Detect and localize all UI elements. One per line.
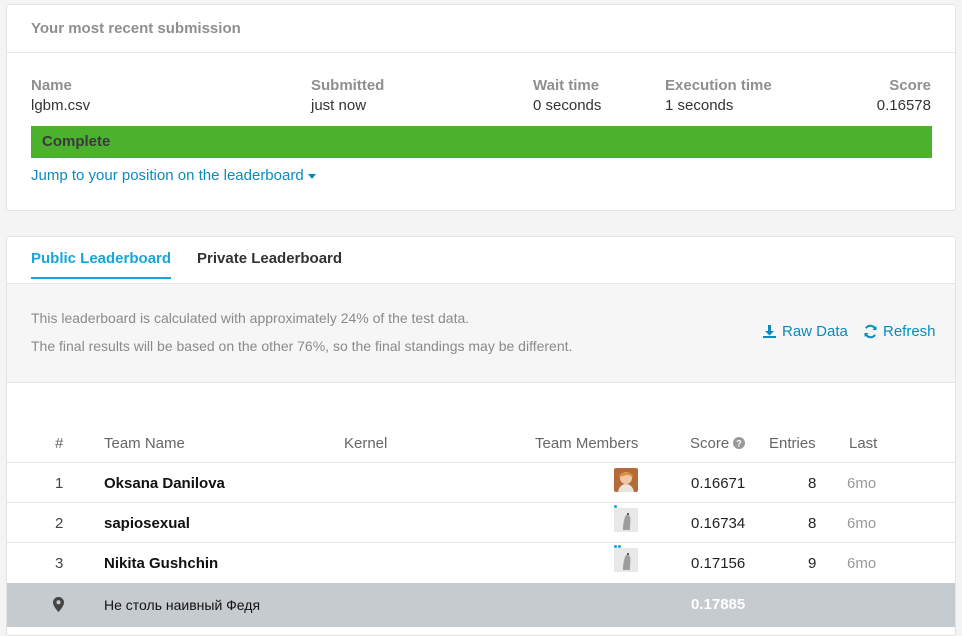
table-row[interactable]: 1 Oksana Danilova 0.16671 8 6mo — [7, 462, 955, 508]
download-icon — [763, 325, 776, 338]
svg-text:?: ? — [737, 439, 743, 449]
header-rank: # — [55, 435, 64, 452]
last-cell: 6mo — [847, 555, 877, 572]
submission-name: Name lgbm.csv — [31, 77, 91, 114]
header-team-name[interactable]: Team Name — [104, 435, 185, 452]
submission-submitted: Submitted just now — [311, 77, 385, 114]
score-cell: 0.16734 — [691, 515, 746, 532]
header-score-label: Score — [690, 435, 730, 452]
jump-to-position-link[interactable]: Jump to your position on the leaderboard — [31, 167, 316, 184]
caret-down-icon — [307, 173, 316, 179]
table-row[interactable]: 2 sapiosexual 0.16734 8 6mo — [7, 502, 955, 548]
team-name-link[interactable]: Nikita Gushchin — [104, 555, 218, 572]
member-indicator — [614, 495, 618, 508]
help-circle-icon[interactable]: ? — [733, 437, 746, 449]
leaderboard-info-panel: This leaderboard is calculated with appr… — [7, 284, 955, 383]
submission-execution-time: Execution time 1 seconds — [665, 77, 772, 114]
table-row[interactable]: 3 Nikita Gushchin 0.17156 9 6mo — [7, 542, 955, 588]
jump-link-label: Jump to your position on the leaderboard — [31, 167, 304, 184]
submission-wait-time: Wait time 0 seconds — [533, 77, 602, 114]
refresh-icon — [864, 324, 877, 339]
your-position-row[interactable]: Не столь наивный Федя 0.17885 — [7, 583, 955, 627]
refresh-button[interactable]: Refresh — [863, 323, 936, 340]
member-indicator — [614, 535, 622, 548]
header-entries: Entries — [769, 435, 816, 452]
tab-public-leaderboard[interactable]: Public Leaderboard — [31, 250, 172, 279]
map-pin-icon — [53, 597, 64, 612]
raw-data-label: Raw Data — [782, 323, 848, 340]
leaderboard-card: Public Leaderboard Private Leaderboard T… — [6, 236, 956, 636]
leaderboard-tabs: Public Leaderboard Private Leaderboard — [7, 237, 955, 284]
header-kernel: Kernel — [344, 435, 388, 452]
header-last: Last — [849, 435, 878, 452]
submission-status-bar: Complete — [31, 126, 932, 158]
header-score[interactable]: Score ? — [690, 435, 746, 452]
goose-avatar[interactable] — [614, 548, 638, 572]
refresh-label: Refresh — [883, 323, 936, 340]
header-team-members: Team Members — [535, 435, 639, 452]
submission-details: Name lgbm.csv Submitted just now Wait ti… — [7, 53, 955, 114]
score-cell: 0.17156 — [691, 555, 746, 572]
rank-cell: 2 — [55, 515, 64, 532]
entries-cell: 9 — [808, 555, 817, 572]
submission-heading: Your most recent submission — [7, 5, 955, 53]
rank-cell: 1 — [55, 475, 64, 492]
team-name-link[interactable]: Oksana Danilova — [104, 475, 225, 492]
team-name-link[interactable]: sapiosexual — [104, 515, 190, 532]
rank-cell: 3 — [55, 555, 64, 572]
recent-submission-card: Your most recent submission Name lgbm.cs… — [6, 4, 956, 211]
leaderboard-table-header: # Team Name Kernel Team Members Score ? … — [7, 435, 955, 463]
score-cell: 0.16671 — [691, 475, 746, 492]
your-score: 0.17885 — [691, 596, 746, 613]
entries-cell: 8 — [808, 515, 817, 532]
info-line-2: The final results will be based on the o… — [31, 338, 573, 354]
last-cell: 6mo — [847, 515, 877, 532]
photo-avatar[interactable] — [614, 468, 638, 492]
member-indicator — [614, 575, 622, 588]
raw-data-button[interactable]: Raw Data — [762, 323, 848, 340]
info-line-1: This leaderboard is calculated with appr… — [31, 310, 470, 326]
last-cell: 6mo — [847, 475, 877, 492]
tab-private-leaderboard[interactable]: Private Leaderboard — [197, 250, 342, 277]
entries-cell: 8 — [808, 475, 817, 492]
goose-avatar[interactable] — [614, 508, 638, 532]
submission-score: Score 0.16578 — [876, 77, 931, 114]
your-team-name: Не столь наивный Федя — [104, 597, 261, 613]
